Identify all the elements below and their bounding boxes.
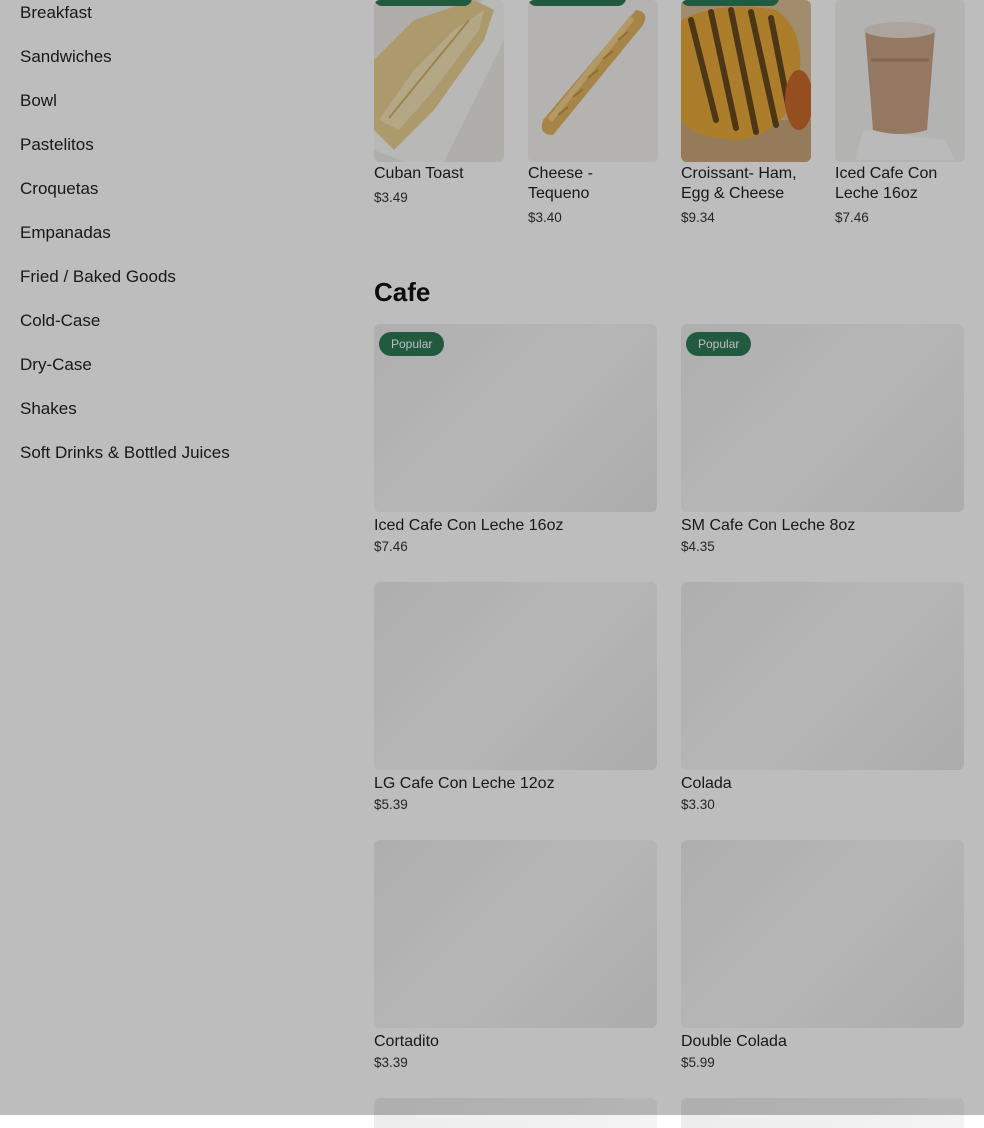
item-image-placeholder <box>681 840 964 1028</box>
cuban-toast-photo <box>374 0 504 162</box>
item-name: Double Colada <box>681 1033 787 1050</box>
tequeno-icon <box>528 0 658 162</box>
section-title: Cafe <box>374 277 431 307</box>
item-price: $4.35 <box>681 539 715 554</box>
sidebar-item-bowl[interactable]: Bowl <box>20 91 57 111</box>
iced-coffee-icon <box>835 0 965 162</box>
iced-coffee-photo <box>835 0 965 162</box>
sidebar-item-breakfast[interactable]: Breakfast <box>20 3 92 23</box>
item-price: $3.30 <box>681 797 715 812</box>
popular-badge: Popular <box>379 332 445 356</box>
croissant-icon <box>681 0 811 162</box>
menu-item-card-partial[interactable] <box>374 1098 657 1128</box>
item-price: $5.39 <box>374 797 408 812</box>
item-name: LG Cafe Con Leche 12oz <box>374 775 555 792</box>
item-name: Colada <box>681 775 732 792</box>
sidebar-item-soft-drinks[interactable]: Soft Drinks & Bottled Juices <box>20 443 230 463</box>
sidebar-item-croquetas[interactable]: Croquetas <box>20 179 98 199</box>
item-name: Cheese - Tequeno <box>528 165 593 202</box>
item-image-placeholder <box>681 582 964 770</box>
item-name: Cortadito <box>374 1033 439 1050</box>
badge-stub <box>528 0 626 6</box>
cuban-toast-icon <box>374 0 504 162</box>
item-image-placeholder <box>374 840 657 1028</box>
sidebar-item-empanadas[interactable]: Empanadas <box>20 223 111 243</box>
item-price: $3.39 <box>374 1055 408 1070</box>
sidebar-item-cold-case[interactable]: Cold-Case <box>20 311 100 331</box>
item-name: Cuban Toast <box>374 165 464 182</box>
menu-item-card-partial[interactable] <box>681 1098 964 1128</box>
badge-stub <box>681 0 779 6</box>
sidebar-item-sandwiches[interactable]: Sandwiches <box>20 47 112 67</box>
sidebar-item-shakes[interactable]: Shakes <box>20 399 77 419</box>
item-image-placeholder <box>374 582 657 770</box>
croissant-photo <box>681 0 811 162</box>
item-name: Croissant- Ham, Egg & Cheese <box>681 165 797 202</box>
item-name: Iced Cafe Con Leche 16oz <box>374 517 564 534</box>
sidebar-item-dry-case[interactable]: Dry-Case <box>20 355 92 375</box>
tequeno-photo <box>528 0 658 162</box>
item-name: Iced Cafe Con Leche 16oz <box>835 165 938 202</box>
popular-badge: Popular <box>686 332 752 356</box>
sidebar-item-fried-baked-goods[interactable]: Fried / Baked Goods <box>20 267 176 287</box>
item-price: $9.34 <box>681 210 715 225</box>
badge-stub <box>374 0 472 6</box>
sidebar-item-pastelitos[interactable]: Pastelitos <box>20 135 94 155</box>
item-price: $7.46 <box>374 539 408 554</box>
item-price: $3.49 <box>374 190 408 205</box>
item-price: $7.46 <box>835 210 869 225</box>
item-name: SM Cafe Con Leche 8oz <box>681 517 856 534</box>
item-price: $5.99 <box>681 1055 715 1070</box>
item-price: $3.40 <box>528 210 562 225</box>
